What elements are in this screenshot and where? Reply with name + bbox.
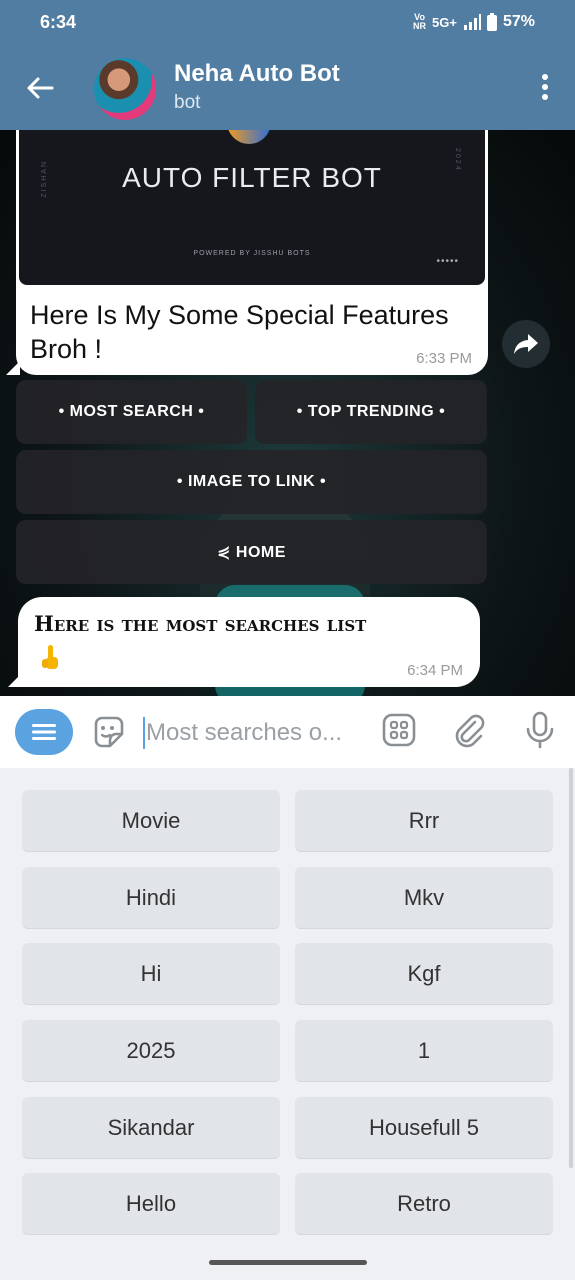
point-down-emoji [42,645,58,669]
text-caret [143,717,145,749]
keyboard-button[interactable]: Hi [22,943,280,1005]
network-type: 5G+ [432,14,457,30]
status-bar: 6:34 Vo NR 5G+ 57% [0,0,575,46]
keyboard-button[interactable]: 2025 [22,1020,280,1082]
home-button[interactable]: ⋞ HOME [16,520,487,584]
keyboard-scrollbar[interactable] [569,768,573,1168]
banner-dots: ••••• [436,256,459,267]
bot-menu-button[interactable] [15,709,73,755]
share-button[interactable] [502,320,550,368]
battery-level: 57% [502,13,535,30]
keyboard-button[interactable]: Housefull 5 [295,1097,553,1159]
mic-icon[interactable] [523,710,557,750]
status-indicators: Vo NR 5G+ 57% [413,13,535,31]
banner-powered: POWERED BY JISSHU BOTS [193,250,311,257]
back-arrow-icon[interactable] [22,70,58,106]
bubble-tail [8,673,22,687]
message-time: 6:34 PM [407,662,463,679]
message-input-bar [0,696,575,768]
message-text: Here Is My Some Special Features Broh ! [30,300,449,364]
message-bubble[interactable]: ZISHAN 2024 AUTO FILTER BOT POWERED BY J… [6,130,488,375]
chat-subtitle: bot [174,92,201,113]
keyboard-grid-icon[interactable] [381,712,417,748]
system-nav-bar [0,1246,575,1280]
keyboard-button[interactable]: Sikandar [22,1097,280,1159]
home-gesture-pill[interactable] [209,1260,367,1265]
keyboard-button[interactable]: Hindi [22,867,280,929]
keyboard-button[interactable]: 1 [295,1020,553,1082]
banner-image[interactable]: ZISHAN 2024 AUTO FILTER BOT POWERED BY J… [19,130,485,285]
reply-keyboard: Movie Rrr Hindi Mkv Hi Kgf 2025 1 Sikand… [0,768,575,1246]
status-time: 6:34 [40,12,77,32]
sticker-icon[interactable] [90,714,126,750]
attach-icon[interactable] [451,712,487,748]
message-bubble[interactable]: Here is the most searches list 6:34 PM [8,597,480,687]
avatar[interactable] [94,58,156,120]
chat-header: Neha Auto Bot bot [0,46,575,130]
chat-title[interactable]: Neha Auto Bot [174,60,340,88]
message-time: 6:33 PM [416,350,472,367]
top-trending-button[interactable]: • TOP TRENDING • [255,380,487,444]
keyboard-button[interactable]: Movie [22,790,280,852]
more-vert-icon[interactable] [537,72,553,102]
battery-icon [486,13,497,31]
logo-icon [227,130,271,144]
message-input[interactable] [146,718,358,748]
signal-icon [463,14,481,30]
banner-title: AUTO FILTER BOT [122,162,382,193]
keyboard-button[interactable]: Kgf [295,943,553,1005]
keyboard-button[interactable]: Rrr [295,790,553,852]
image-to-link-button[interactable]: • IMAGE TO LINK • [16,450,487,514]
keyboard-button[interactable]: Retro [295,1173,553,1235]
volte-indicator: Vo NR [413,12,427,31]
chat-area[interactable]: ZISHAN 2024 AUTO FILTER BOT POWERED BY J… [0,130,575,696]
bubble-tail [6,361,20,375]
menu-icon [32,724,56,740]
message-text: Here is the most searches list [34,611,367,636]
keyboard-button[interactable]: Mkv [295,867,553,929]
keyboard-button[interactable]: Hello [22,1173,280,1235]
most-search-button[interactable]: • MOST SEARCH • [16,380,247,444]
share-icon [514,334,538,354]
